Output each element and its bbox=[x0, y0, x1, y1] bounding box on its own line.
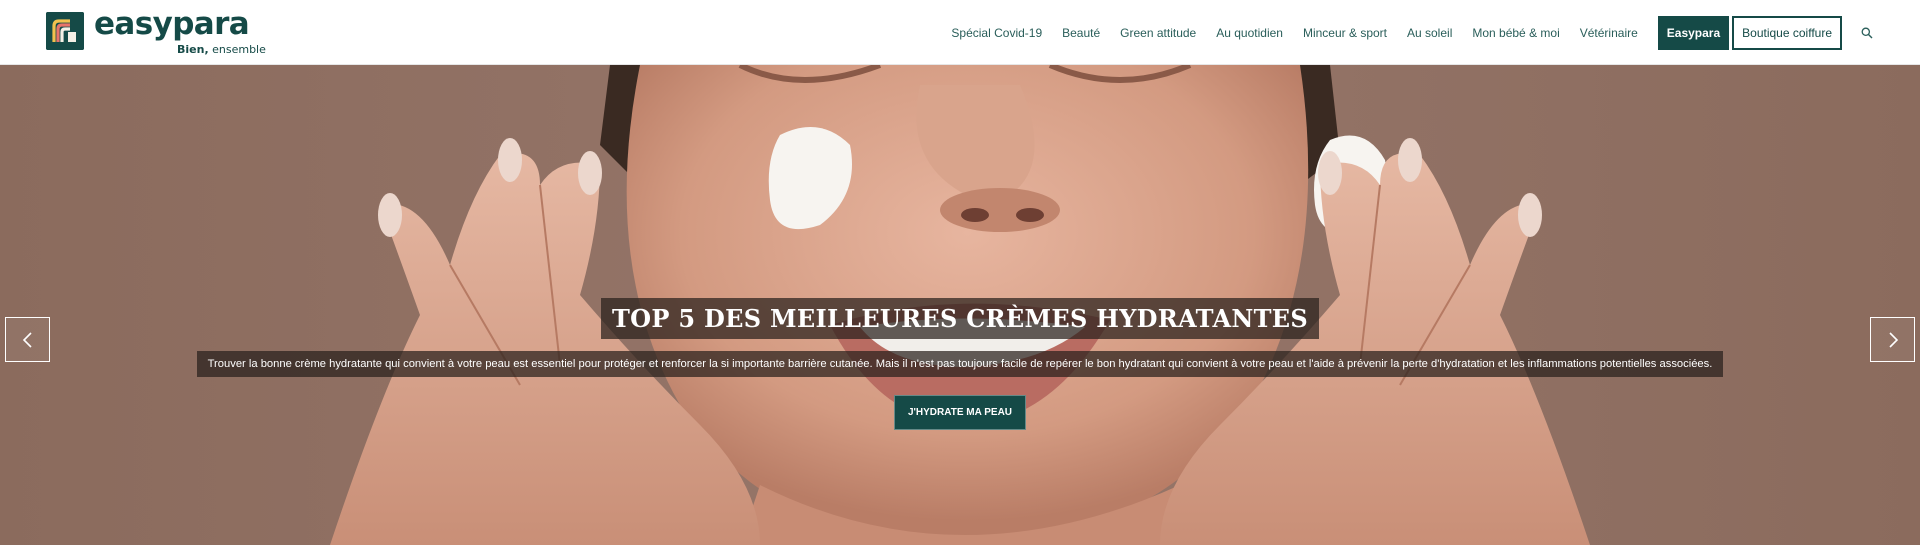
slider-next-button[interactable] bbox=[1870, 317, 1915, 362]
hero-text-row: Trouver la bonne crème hydratante qui co… bbox=[0, 351, 1920, 377]
nav-item-minceur-sport[interactable]: Minceur & sport bbox=[1303, 26, 1387, 40]
nav-item-au-quotidien[interactable]: Au quotidien bbox=[1216, 26, 1283, 40]
nav-item-green-attitude[interactable]: Green attitude bbox=[1120, 26, 1196, 40]
logo-mark-icon bbox=[46, 12, 84, 50]
hero-slider: TOP 5 DES MEILLEURES CRÈMES HYDRATANTES … bbox=[0, 65, 1920, 545]
chevron-right-icon bbox=[1889, 332, 1899, 348]
brand-tagline-bold: Bien, bbox=[177, 43, 209, 56]
hydrate-cta-button[interactable]: J'HYDRATE MA PEAU bbox=[893, 395, 1027, 430]
search-icon[interactable] bbox=[1860, 26, 1874, 40]
site-header: easypara Bien, ensemble Spécial Covid-19… bbox=[0, 0, 1920, 65]
hero-cta-row: J'HYDRATE MA PEAU bbox=[0, 395, 1920, 430]
chevron-left-icon bbox=[22, 332, 32, 348]
nav-item-au-soleil[interactable]: Au soleil bbox=[1407, 26, 1452, 40]
slider-prev-button[interactable] bbox=[5, 317, 50, 362]
hero-title-row: TOP 5 DES MEILLEURES CRÈMES HYDRATANTES bbox=[0, 298, 1920, 339]
nav-item-bebe[interactable]: Mon bébé & moi bbox=[1472, 26, 1559, 40]
brand-logo[interactable]: easypara Bien, ensemble bbox=[46, 6, 276, 56]
brand-tagline: Bien, ensemble bbox=[177, 43, 266, 56]
brand-tagline-rest: ensemble bbox=[208, 43, 266, 56]
boutique-coiffure-button[interactable]: Boutique coiffure bbox=[1732, 15, 1842, 50]
main-nav: Spécial Covid-19 Beauté Green attitude A… bbox=[951, 0, 1874, 65]
nav-item-beaute[interactable]: Beauté bbox=[1062, 26, 1100, 40]
brand-name: easypara bbox=[94, 6, 250, 42]
hero-title: TOP 5 DES MEILLEURES CRÈMES HYDRATANTES bbox=[600, 298, 1320, 339]
easypara-button[interactable]: Easypara bbox=[1657, 15, 1730, 50]
nav-item-covid[interactable]: Spécial Covid-19 bbox=[951, 26, 1042, 40]
nav-item-veterinaire[interactable]: Vétérinaire bbox=[1580, 26, 1638, 40]
hero-description: Trouver la bonne crème hydratante qui co… bbox=[196, 351, 1724, 377]
